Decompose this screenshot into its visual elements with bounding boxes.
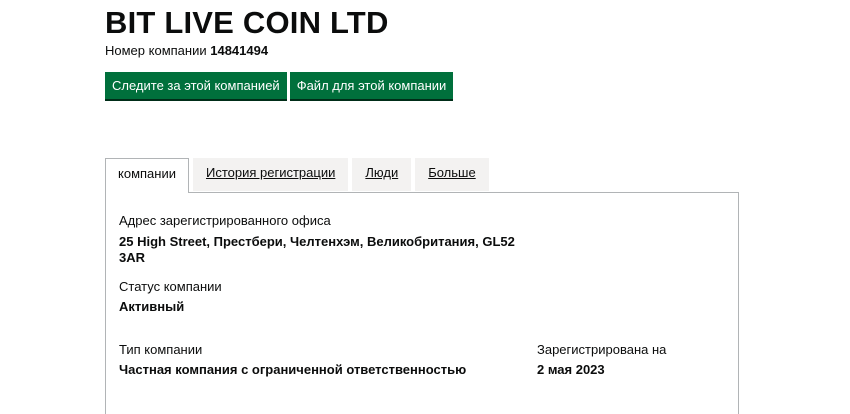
tab-more[interactable]: Больше	[415, 158, 489, 191]
registered-office-label: Адрес зарегистрированного офиса	[119, 213, 331, 228]
incorporated-on-label: Зарегистрирована на	[537, 342, 667, 357]
company-page: BIT LIVE COIN LTD Номер компании 1484149…	[0, 0, 850, 414]
file-for-company-button[interactable]: Файл для этой компании	[289, 72, 454, 99]
tab-filing-history[interactable]: История регистрации	[192, 158, 349, 191]
company-status-value: Активный	[119, 299, 185, 314]
registered-office-line1: 25 High Street, Престбери, Челтенхэм, Ве…	[119, 234, 515, 249]
tab-company-overview[interactable]: компании	[105, 158, 189, 193]
company-name: BIT LIVE COIN LTD	[105, 5, 389, 40]
company-tabs: компании История регистрации Люди Больше	[105, 158, 493, 193]
overview-panel: Адрес зарегистрированного офиса 25 High …	[105, 192, 739, 414]
incorporated-on-value: 2 мая 2023	[537, 362, 605, 377]
company-number-line: Номер компании 14841494	[105, 43, 268, 59]
registered-office-line2: 3AR	[119, 250, 146, 265]
company-type-label: Тип компании	[119, 342, 203, 357]
company-number-label: Номер компании	[105, 43, 207, 58]
company-status-label: Статус компании	[119, 279, 222, 294]
company-actions: Следите за этой компанией Файл для этой …	[105, 72, 454, 99]
company-type-value: Частная компания с ограниченной ответств…	[119, 362, 467, 377]
company-number-value: 14841494	[210, 43, 269, 58]
follow-company-button[interactable]: Следите за этой компанией	[105, 72, 287, 99]
tab-people[interactable]: Люди	[352, 158, 412, 191]
